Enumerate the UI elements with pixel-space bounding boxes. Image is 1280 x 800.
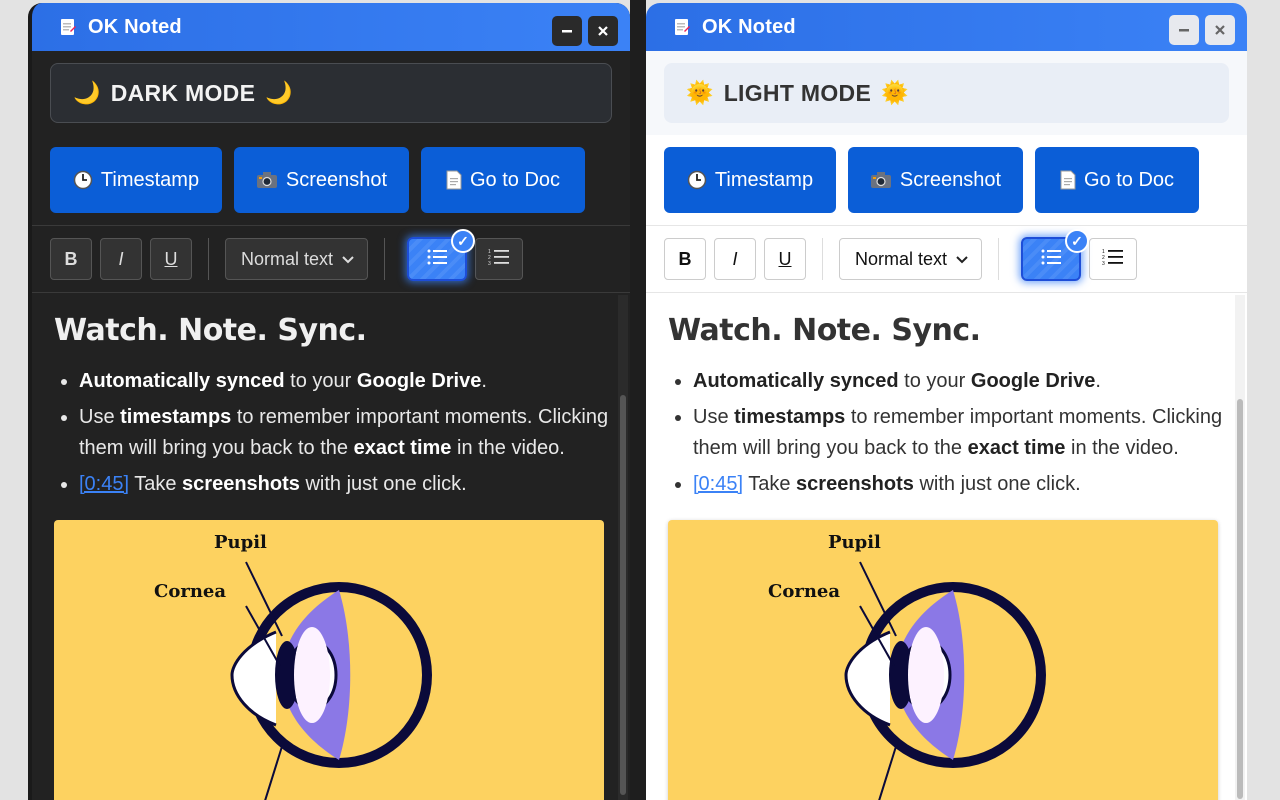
checkmark-icon: ✓ bbox=[451, 229, 475, 253]
close-button[interactable] bbox=[1205, 15, 1235, 45]
timestamp-link[interactable]: [0:45] bbox=[693, 473, 743, 495]
cornea-label: Cornea bbox=[154, 581, 227, 602]
timestamp-link[interactable]: [0:45] bbox=[79, 473, 129, 495]
notepad-icon bbox=[672, 17, 692, 37]
timestamp-button[interactable]: Timestamp bbox=[50, 147, 222, 213]
panel-divider bbox=[630, 0, 646, 800]
sun-icon: 🌞 bbox=[686, 80, 714, 105]
sun-icon: 🌞 bbox=[881, 80, 909, 105]
app-title: OK Noted bbox=[702, 15, 796, 38]
text-style-select[interactable]: Normal text bbox=[839, 238, 982, 280]
toolbar-divider bbox=[822, 238, 823, 280]
list-item: Use timestamps to remember important mom… bbox=[693, 402, 1229, 465]
chevron-down-icon bbox=[955, 249, 969, 270]
note-heading: Watch. Note. Sync. bbox=[668, 313, 981, 348]
numbered-list-icon: 123 bbox=[488, 248, 510, 271]
minimize-button[interactable] bbox=[1169, 15, 1199, 45]
moon-icon: 🌙 bbox=[73, 80, 101, 105]
camera-icon bbox=[870, 171, 892, 189]
document-icon bbox=[1060, 170, 1076, 190]
minimize-button[interactable] bbox=[552, 16, 582, 46]
svg-text:3: 3 bbox=[488, 261, 491, 266]
cornea-label: Cornea bbox=[768, 581, 841, 602]
dark-mode-panel: OK Noted 🌙 DARK MODE 🌙 Timestamp Screens… bbox=[28, 3, 630, 800]
go-to-doc-button[interactable]: Go to Doc bbox=[1035, 147, 1199, 213]
note-heading: Watch. Note. Sync. bbox=[54, 313, 367, 348]
scrollbar-thumb[interactable] bbox=[1237, 399, 1243, 799]
notepad-icon bbox=[58, 17, 78, 37]
list-item: Automatically synced to your Google Driv… bbox=[79, 366, 612, 398]
svg-text:3: 3 bbox=[1102, 261, 1105, 266]
title-bar[interactable]: OK Noted bbox=[32, 3, 630, 51]
screenshot-button[interactable]: Screenshot bbox=[848, 147, 1023, 213]
timestamp-button[interactable]: Timestamp bbox=[664, 147, 836, 213]
text-style-select[interactable]: Normal text bbox=[225, 238, 368, 280]
document-icon bbox=[446, 170, 462, 190]
note-bullet-list: Automatically synced to your Google Driv… bbox=[54, 366, 612, 500]
moon-icon: 🌙 bbox=[265, 80, 293, 105]
eye-diagram-image: Pupil Cornea bbox=[668, 520, 1218, 800]
bullet-list-button[interactable]: ✓ bbox=[1021, 229, 1089, 281]
light-mode-panel: OK Noted 🌞 LIGHT MODE 🌞 Timestamp Screen… bbox=[646, 3, 1247, 800]
checkmark-icon: ✓ bbox=[1065, 229, 1089, 253]
bullet-list-button[interactable]: ✓ bbox=[407, 229, 475, 281]
scrollbar[interactable] bbox=[618, 295, 628, 800]
pupil-label: Pupil bbox=[214, 532, 267, 553]
title-bar[interactable]: OK Noted bbox=[646, 3, 1247, 51]
numbered-list-icon: 123 bbox=[1102, 248, 1124, 271]
close-button[interactable] bbox=[588, 16, 618, 46]
bold-button[interactable]: B bbox=[664, 238, 706, 280]
app-title: OK Noted bbox=[88, 15, 182, 38]
theme-toggle[interactable]: 🌙 DARK MODE 🌙 bbox=[50, 63, 612, 123]
clock-icon bbox=[687, 170, 707, 190]
chevron-down-icon bbox=[341, 249, 355, 270]
note-editor[interactable]: Watch. Note. Sync. Automatically synced … bbox=[32, 293, 630, 800]
clock-icon bbox=[73, 170, 93, 190]
camera-icon bbox=[256, 171, 278, 189]
mode-label: DARK MODE bbox=[110, 79, 256, 106]
bullet-list-icon bbox=[426, 248, 448, 271]
screenshot-button[interactable]: Screenshot bbox=[234, 147, 409, 213]
list-item: [0:45] Take screenshots with just one cl… bbox=[79, 469, 612, 501]
note-bullet-list: Automatically synced to your Google Driv… bbox=[668, 366, 1229, 500]
numbered-list-button[interactable]: 123 bbox=[475, 238, 523, 280]
italic-button[interactable]: I bbox=[714, 238, 756, 280]
scrollbar-thumb[interactable] bbox=[620, 395, 626, 795]
theme-toggle[interactable]: 🌞 LIGHT MODE 🌞 bbox=[664, 63, 1229, 123]
desktop-background-right bbox=[1258, 0, 1280, 800]
note-editor[interactable]: Watch. Note. Sync. Automatically synced … bbox=[646, 293, 1247, 800]
scrollbar[interactable] bbox=[1235, 295, 1245, 800]
toolbar-divider bbox=[998, 238, 999, 280]
eye-diagram-image: Pupil Cornea bbox=[54, 520, 604, 800]
list-item: Automatically synced to your Google Driv… bbox=[693, 366, 1229, 398]
pupil-label: Pupil bbox=[828, 532, 881, 553]
go-to-doc-button[interactable]: Go to Doc bbox=[421, 147, 585, 213]
mode-label: LIGHT MODE bbox=[723, 79, 872, 106]
toolbar-divider bbox=[208, 238, 209, 280]
list-item: [0:45] Take screenshots with just one cl… bbox=[693, 469, 1229, 501]
format-toolbar: B I U Normal text ✓ 123 bbox=[646, 225, 1247, 293]
desktop-background bbox=[0, 0, 24, 800]
underline-button[interactable]: U bbox=[764, 238, 806, 280]
numbered-list-button[interactable]: 123 bbox=[1089, 238, 1137, 280]
format-toolbar: B I U Normal text ✓ 123 bbox=[32, 225, 630, 293]
bold-button[interactable]: B bbox=[50, 238, 92, 280]
bullet-list-icon bbox=[1040, 248, 1062, 271]
toolbar-divider bbox=[384, 238, 385, 280]
underline-button[interactable]: U bbox=[150, 238, 192, 280]
list-item: Use timestamps to remember important mom… bbox=[79, 402, 612, 465]
italic-button[interactable]: I bbox=[100, 238, 142, 280]
